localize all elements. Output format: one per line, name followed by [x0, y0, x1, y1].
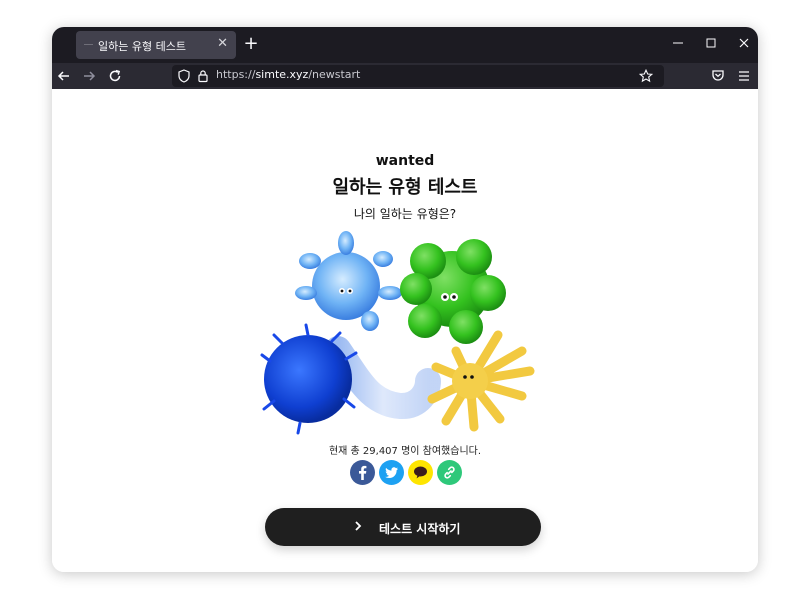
- pocket-icon: [712, 70, 724, 81]
- hero-illustration: [260, 231, 535, 435]
- twitter-icon: [385, 467, 398, 478]
- lock-icon[interactable]: [197, 69, 209, 83]
- brand-logo: wanted: [375, 153, 435, 169]
- star-icon[interactable]: [639, 69, 653, 83]
- url-text[interactable]: https://simte.xyz/newstart: [216, 68, 360, 81]
- start-test-label: 테스트 시작하기: [379, 522, 461, 536]
- minimize-icon: [673, 42, 683, 44]
- page-subtitle: 나의 일하는 유형은?: [353, 207, 457, 221]
- url-host: simte.xyz: [255, 68, 309, 81]
- chevron-right-icon: [355, 521, 362, 531]
- address-bar[interactable]: https://simte.xyz/newstart: [172, 65, 664, 87]
- start-test-button[interactable]: 테스트 시작하기: [265, 508, 541, 546]
- pocket-button[interactable]: [708, 66, 728, 86]
- share-kakaotalk-button[interactable]: [408, 460, 433, 485]
- forward-button[interactable]: [79, 66, 99, 86]
- close-tab-icon[interactable]: ✕: [217, 36, 228, 51]
- navigation-toolbar: https://simte.xyz/newstart: [52, 63, 758, 89]
- share-copy-link-button[interactable]: [437, 460, 462, 485]
- close-window-button[interactable]: [730, 32, 758, 56]
- page-content: wanted 일하는 유형 테스트 나의 일하는 유형은? 현재 총 29,40…: [52, 89, 758, 572]
- link-icon: [444, 466, 455, 479]
- tab-bar: 일하는 유형 테스트 ✕ +: [52, 27, 758, 63]
- maximize-button[interactable]: [697, 32, 725, 56]
- shield-icon[interactable]: [177, 69, 191, 83]
- green-fuzzy-character: [400, 239, 506, 344]
- minimize-button[interactable]: [664, 32, 692, 56]
- hamburger-menu-icon: [739, 71, 749, 81]
- browser-window: 일하는 유형 테스트 ✕ + https://simte.xyz/newstar…: [52, 27, 758, 572]
- url-scheme: https://: [216, 68, 256, 81]
- new-tab-button[interactable]: +: [240, 33, 262, 55]
- url-path: /newstart: [308, 68, 361, 81]
- reload-icon: [109, 69, 121, 82]
- page-title: 일하는 유형 테스트: [332, 177, 478, 198]
- facebook-icon: [359, 465, 367, 480]
- reload-button[interactable]: [105, 66, 125, 86]
- share-facebook-button[interactable]: [350, 460, 375, 485]
- menu-button[interactable]: [734, 66, 754, 86]
- share-twitter-button[interactable]: [379, 460, 404, 485]
- blue-splat-character: [295, 231, 402, 331]
- close-window-icon: [739, 38, 749, 48]
- tab-active[interactable]: 일하는 유형 테스트 ✕: [76, 31, 236, 59]
- arrow-right-icon: [84, 71, 96, 81]
- tab-title: 일하는 유형 테스트: [98, 40, 186, 53]
- arrow-left-icon: [57, 71, 69, 81]
- participant-count: 현재 총 29,407 명이 참여했습니다.: [328, 446, 482, 457]
- kakaotalk-icon: [414, 466, 427, 479]
- back-button[interactable]: [54, 66, 74, 86]
- maximize-icon: [706, 38, 716, 48]
- yellow-fringe-character: [427, 330, 535, 432]
- favicon-icon: [84, 44, 93, 45]
